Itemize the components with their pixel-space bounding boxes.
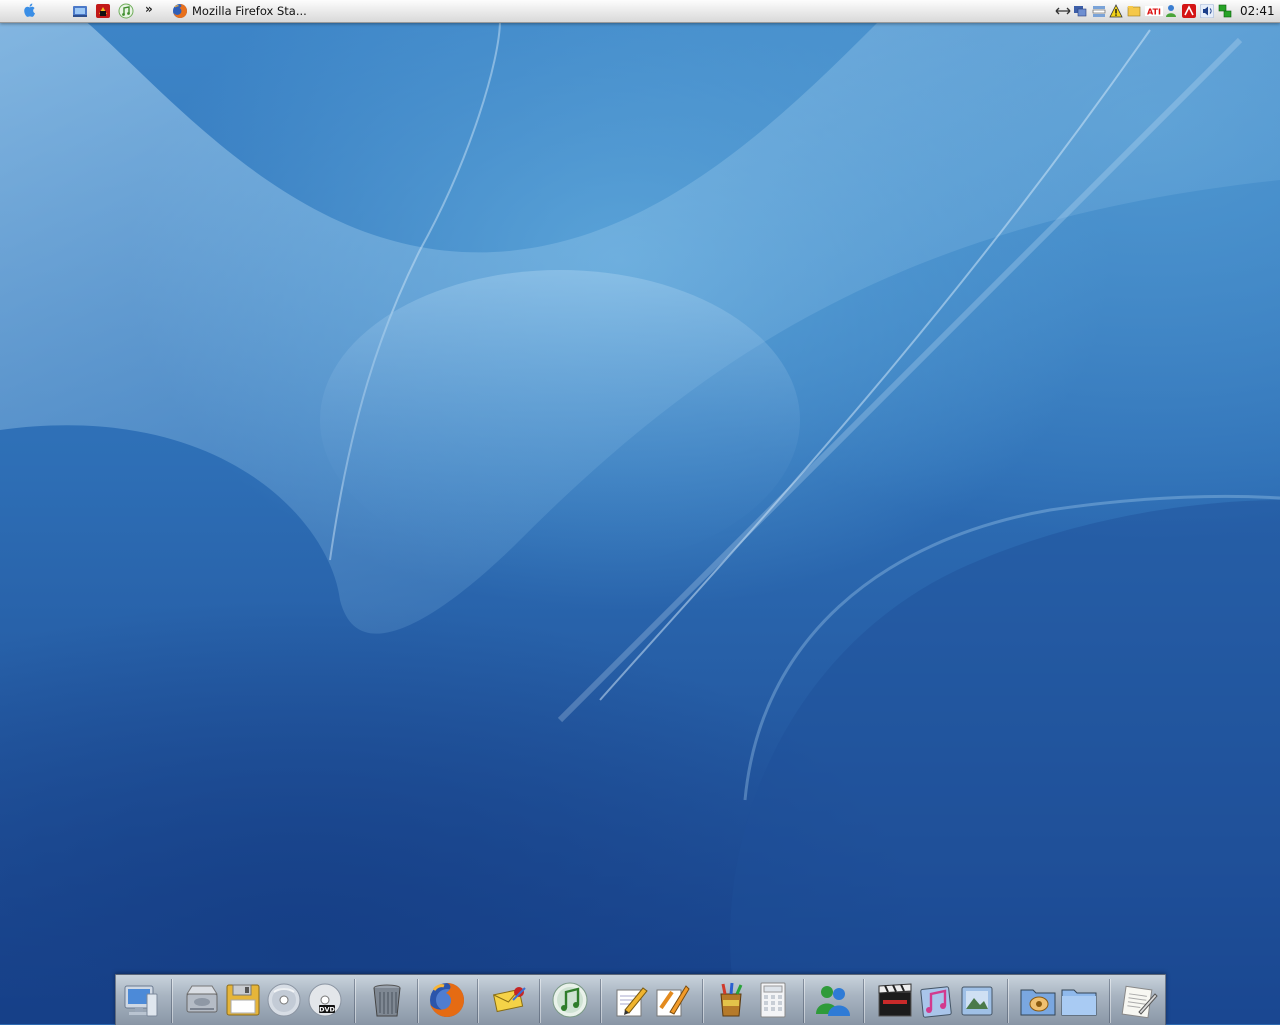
display-icon[interactable] bbox=[1073, 4, 1087, 18]
show-desktop-icon[interactable] bbox=[72, 3, 88, 19]
clock[interactable]: 02:41 bbox=[1240, 4, 1275, 18]
dock: DVD bbox=[115, 974, 1166, 1025]
itunes-icon[interactable] bbox=[550, 980, 590, 1020]
volume-icon[interactable] bbox=[1200, 4, 1214, 18]
apple-logo-icon[interactable] bbox=[22, 2, 38, 18]
antivirus-icon[interactable] bbox=[1182, 4, 1196, 18]
media-player-icon[interactable] bbox=[95, 3, 111, 19]
my-computer-icon[interactable] bbox=[121, 980, 161, 1020]
security-warning-icon[interactable] bbox=[1109, 4, 1123, 18]
dock-separator bbox=[354, 979, 355, 1023]
firefox-icon[interactable] bbox=[172, 3, 188, 19]
documents-icon[interactable] bbox=[1018, 980, 1058, 1020]
floppy-disk-icon[interactable] bbox=[223, 980, 263, 1020]
dvd-drive-icon[interactable]: DVD bbox=[305, 980, 345, 1020]
dock-separator bbox=[539, 979, 540, 1023]
ati-icon[interactable]: ATI bbox=[1145, 4, 1163, 18]
hard-drive-icon[interactable] bbox=[182, 980, 222, 1020]
dock-separator bbox=[600, 979, 601, 1023]
dock-separator bbox=[1109, 979, 1110, 1023]
cd-drive-icon[interactable] bbox=[264, 980, 304, 1020]
folder-icon[interactable] bbox=[1059, 980, 1099, 1020]
top-menu-bar: » Mozilla Firefox Sta... ATI 02:41 bbox=[0, 0, 1280, 23]
paint-app-icon[interactable] bbox=[712, 980, 752, 1020]
video-icon[interactable] bbox=[875, 980, 915, 1020]
dock-separator bbox=[702, 979, 703, 1023]
network-status-icon[interactable] bbox=[1218, 4, 1232, 18]
dock-separator bbox=[1007, 979, 1008, 1023]
text-editor-icon[interactable] bbox=[611, 980, 651, 1020]
calculator-icon[interactable] bbox=[753, 980, 793, 1020]
mail-icon[interactable] bbox=[489, 980, 529, 1020]
quick-launch-overflow-button[interactable]: » bbox=[145, 2, 153, 16]
music-icon[interactable] bbox=[916, 980, 956, 1020]
notepad-icon[interactable] bbox=[1119, 980, 1159, 1020]
firefox-icon[interactable] bbox=[427, 980, 467, 1020]
pictures-icon[interactable] bbox=[957, 980, 997, 1020]
dock-separator bbox=[863, 979, 864, 1023]
folder-icon[interactable] bbox=[1127, 4, 1141, 18]
msn-messenger-icon[interactable] bbox=[813, 980, 853, 1020]
dock-separator bbox=[171, 979, 172, 1023]
svg-text:ATI: ATI bbox=[1147, 8, 1161, 17]
connection-icon[interactable] bbox=[1092, 4, 1106, 18]
user-icon[interactable] bbox=[1164, 4, 1178, 18]
itunes-icon[interactable] bbox=[118, 3, 134, 19]
svg-text:DVD: DVD bbox=[319, 1006, 335, 1014]
active-task-title[interactable]: Mozilla Firefox Sta... bbox=[192, 4, 307, 18]
network-arrows-icon[interactable] bbox=[1055, 4, 1071, 18]
dock-separator bbox=[477, 979, 478, 1023]
draw-app-icon[interactable] bbox=[652, 980, 692, 1020]
trash-icon[interactable] bbox=[367, 980, 407, 1020]
desktop-wallpaper bbox=[0, 0, 1280, 1024]
dock-separator bbox=[803, 979, 804, 1023]
dock-separator bbox=[417, 979, 418, 1023]
